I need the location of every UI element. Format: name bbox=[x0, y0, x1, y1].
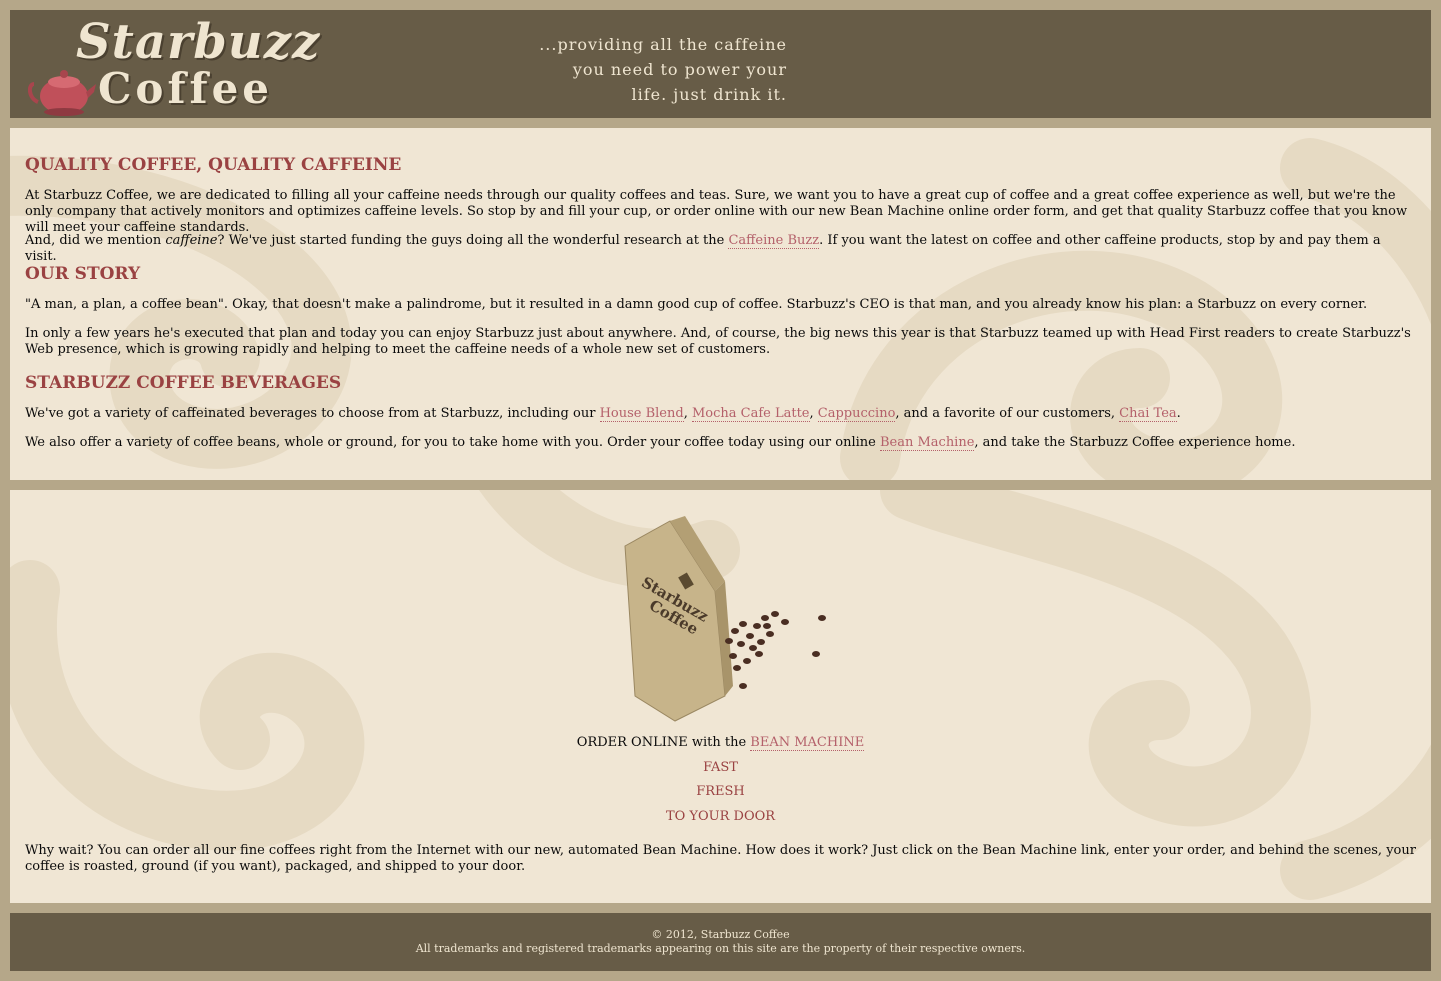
paragraph: We've got a variety of caffeinated bever… bbox=[25, 406, 1416, 422]
copyright-text: © 2012, Starbuzz Coffee bbox=[651, 928, 790, 941]
link-bean-machine[interactable]: Bean Machine bbox=[879, 435, 975, 451]
section-quality: QUALITY COFFEE, QUALITY CAFFEINE bbox=[25, 155, 1416, 175]
paragraph-quality-intro: At Starbuzz Coffee, we are dedicated to … bbox=[25, 188, 1408, 235]
paragraph-story-2: In only a few years he's executed that p… bbox=[25, 326, 1411, 357]
paragraph-beverages: We've got a variety of caffeinated bever… bbox=[25, 406, 1181, 422]
tagline-fast: FAST bbox=[703, 760, 738, 775]
text: ? We've just started funding the guys do… bbox=[217, 233, 729, 248]
paragraph-story-1: "A man, a plan, a coffee bean". Okay, th… bbox=[25, 297, 1368, 312]
footer: © 2012, Starbuzz Coffee All trademarks a… bbox=[10, 913, 1431, 971]
link-mocha-cafe-latte[interactable]: Mocha Cafe Latte bbox=[691, 406, 810, 422]
paragraph-caffeine-buzz: And, did we mention caffeine? We've just… bbox=[25, 233, 1416, 265]
order-online-text: ORDER ONLINE with the bbox=[576, 735, 751, 750]
text: We also offer a variety of coffee beans,… bbox=[25, 435, 880, 450]
coffee-bag-image: Starbuzz Coffee bbox=[624, 516, 826, 722]
emphasis-caffeine: caffeine bbox=[165, 233, 218, 248]
slogan-line: you need to power your bbox=[572, 60, 787, 79]
paragraph: We also offer a variety of coffee beans,… bbox=[25, 435, 1416, 451]
paragraph: In only a few years he's executed that p… bbox=[25, 326, 1416, 358]
link-house-blend[interactable]: House Blend bbox=[599, 406, 684, 422]
link-cappuccino[interactable]: Cappuccino bbox=[817, 406, 896, 422]
header: Starbuzz Coffee ...providing all the caf… bbox=[10, 10, 1431, 118]
section-our-story: OUR STORY bbox=[25, 264, 1416, 284]
paragraph: And, did we mention caffeine? We've just… bbox=[25, 233, 1416, 265]
paragraph: "A man, a plan, a coffee bean". Okay, th… bbox=[25, 297, 1416, 313]
paragraph: Why wait? You can order all our fine cof… bbox=[25, 843, 1416, 875]
link-bean-machine-order[interactable]: BEAN MACHINE bbox=[750, 735, 865, 751]
starbuzz-logo[interactable]: Starbuzz Coffee bbox=[28, 14, 319, 118]
paragraph-why-wait: Why wait? You can order all our fine cof… bbox=[25, 843, 1416, 874]
text: We've got a variety of caffeinated bever… bbox=[25, 406, 600, 421]
coffee-beans bbox=[725, 611, 826, 689]
trademark-notice: All trademarks and registered trademarks… bbox=[415, 942, 1026, 955]
text: And, did we mention bbox=[25, 233, 166, 248]
logo-wordmark-coffee: Coffee bbox=[98, 64, 274, 113]
teapot-icon bbox=[28, 70, 96, 116]
tagline-to-your-door: TO YOUR DOOR bbox=[665, 809, 776, 824]
logo-wordmark-starbuzz: Starbuzz bbox=[76, 14, 321, 70]
slogan-line: ...providing all the caffeine bbox=[539, 35, 787, 54]
heading-our-story: OUR STORY bbox=[25, 264, 141, 284]
link-chai-tea[interactable]: Chai Tea bbox=[1119, 406, 1177, 422]
order-online-line: ORDER ONLINE with the BEAN MACHINE bbox=[10, 735, 1431, 751]
sidebar: Starbuzz Coffee ORDER ONLINE with the BE… bbox=[10, 490, 1431, 903]
slogan: ...providing all the caffeine you need t… bbox=[510, 32, 787, 107]
heading-quality: QUALITY COFFEE, QUALITY CAFFEINE bbox=[25, 155, 402, 175]
section-beverages: STARBUZZ COFFEE BEVERAGES bbox=[25, 373, 1416, 393]
main-content: QUALITY COFFEE, QUALITY CAFFEINE At Star… bbox=[10, 128, 1431, 480]
heading-beverages: STARBUZZ COFFEE BEVERAGES bbox=[25, 373, 342, 393]
tagline-fresh: FRESH bbox=[696, 784, 745, 799]
paragraph: At Starbuzz Coffee, we are dedicated to … bbox=[25, 188, 1416, 236]
text: , and take the Starbuzz Coffee experienc… bbox=[974, 435, 1296, 450]
link-caffeine-buzz[interactable]: Caffeine Buzz bbox=[728, 233, 820, 249]
slogan-line: life. just drink it. bbox=[631, 85, 787, 104]
paragraph-beans: We also offer a variety of coffee beans,… bbox=[25, 435, 1416, 451]
text: , and a favorite of our customers, bbox=[895, 406, 1120, 421]
